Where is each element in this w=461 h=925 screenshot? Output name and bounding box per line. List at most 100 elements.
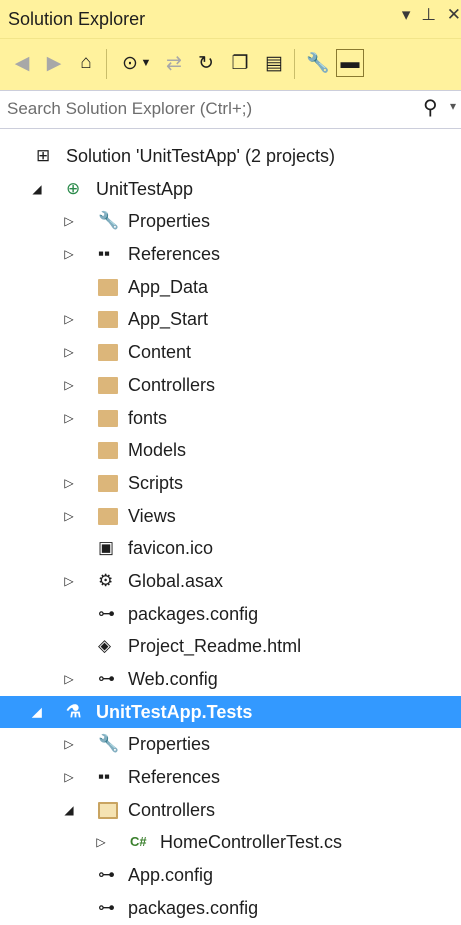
search-options-icon[interactable]: ▾ [450, 99, 456, 113]
tree-item[interactable]: ⊶ App.config [0, 859, 461, 892]
config-file-icon: ⊶ [98, 603, 115, 623]
asax-file-icon: ⚙ [98, 570, 114, 590]
folder-icon [98, 344, 118, 362]
html-file-icon: ◈ [98, 636, 112, 656]
tree-item-label: UnitTestApp [96, 178, 194, 199]
pin-icon[interactable]: ⊥ [421, 5, 436, 25]
wrench-icon: 🔧 [98, 734, 120, 754]
tree-item-label: Controllers [128, 374, 216, 395]
tree-item[interactable]: ▷ ⚙ Global.asax [0, 565, 461, 598]
tree-item[interactable]: ▷ ▪▪ References [0, 238, 461, 271]
tree-item-label: Controllers [128, 799, 216, 820]
tree-item[interactable]: ▷ Controllers [0, 369, 461, 402]
config-file-icon: ⊶ [98, 669, 115, 688]
collapse-arrow-icon[interactable]: ◢ [30, 696, 44, 729]
tree-item[interactable]: ▷ Content [0, 336, 461, 369]
tree-item-label: Scripts [128, 472, 184, 493]
tree-item-label: Content [128, 342, 192, 363]
tree-item-label: References [128, 767, 221, 788]
title-controls: ▾ ⊥ ✕ [396, 5, 461, 25]
tree-item[interactable]: ⊶ packages.config [0, 892, 461, 925]
collapse-arrow-icon[interactable]: ◢ [30, 173, 44, 206]
solution-icon: ⊞ [36, 146, 51, 165]
tree-item[interactable]: ◢ ⚗ UnitTestApp.Tests [0, 695, 461, 729]
folder-icon [98, 507, 118, 525]
tree-item[interactable]: Models [0, 434, 461, 467]
search-input[interactable] [3, 96, 431, 122]
tree-item[interactable]: ▷ Views [0, 500, 461, 533]
tree-item-label: packages.config [128, 603, 259, 624]
references-icon: ▪▪ [98, 767, 111, 787]
expand-arrow-icon[interactable]: ▷ [62, 402, 76, 435]
tree-item-label: packages.config [128, 897, 259, 918]
tree-item-label: App_Start [128, 309, 209, 330]
pending-changes-dropdown-icon[interactable]: ▼ [140, 49, 152, 77]
expand-arrow-icon[interactable]: ▷ [62, 565, 76, 598]
tree-item[interactable]: ⊞ Solution 'UnitTestApp' (2 projects) [0, 140, 461, 173]
tree-item-label: Properties [128, 734, 211, 755]
tree-item-label: UnitTestApp.Tests [96, 701, 253, 722]
open-folder-icon [98, 801, 118, 819]
tree-item[interactable]: App_Data [0, 271, 461, 304]
tree-item[interactable]: ▷ C# HomeControllerTest.cs [0, 826, 461, 859]
web-project-icon: ⊕ [66, 178, 81, 198]
forward-icon[interactable]: ▶ [40, 49, 68, 77]
tree-item-label: App_Data [128, 276, 209, 297]
expand-arrow-icon[interactable]: ▷ [62, 761, 76, 794]
home-icon[interactable]: ⌂ [72, 49, 100, 77]
collapse-arrow-icon[interactable]: ◢ [62, 794, 76, 827]
tree-item[interactable]: ◈ Project_Readme.html [0, 630, 461, 663]
tree-item-label: Project_Readme.html [128, 636, 302, 657]
tree-item-label: References [128, 244, 221, 265]
tree-item[interactable]: ◢ Controllers [0, 794, 461, 827]
expand-arrow-icon[interactable]: ▷ [62, 500, 76, 533]
tree-item-label: favicon.ico [128, 538, 214, 559]
refresh-icon[interactable]: ↻ [192, 49, 220, 77]
search-bar: ⚲ ▾ [0, 90, 461, 129]
tree-item[interactable]: ▷ ▪▪ References [0, 761, 461, 794]
expand-arrow-icon[interactable]: ▷ [62, 369, 76, 402]
tree-item[interactable]: ▷ 🔧 Properties [0, 205, 461, 238]
expand-arrow-icon[interactable]: ▷ [62, 303, 76, 336]
dropdown-icon[interactable]: ▾ [402, 5, 411, 25]
references-icon: ▪▪ [98, 244, 111, 264]
search-icon[interactable]: ⚲ [423, 95, 438, 120]
sync-icon[interactable]: ⇄ [160, 49, 188, 77]
tree-item[interactable]: ⊶ packages.config [0, 598, 461, 631]
tree-item[interactable]: ▷ 🔧 Properties [0, 728, 461, 761]
solution-tree: ⊞ Solution 'UnitTestApp' (2 projects) ◢ ⊕ Un… [0, 140, 461, 925]
tree-item-label: Solution 'UnitTestApp' (2 projects) [66, 146, 335, 166]
tree-item-label: Global.asax [128, 570, 224, 591]
back-icon[interactable]: ◀ [8, 49, 36, 77]
tree-item[interactable]: ▷ fonts [0, 402, 461, 435]
tree-item[interactable]: ▷ Scripts [0, 467, 461, 500]
tree-item-label: Models [128, 440, 187, 461]
expand-arrow-icon[interactable]: ▷ [62, 238, 76, 271]
close-icon[interactable]: ✕ [447, 5, 461, 25]
toolbar-separator [106, 49, 107, 79]
properties-icon[interactable]: 🔧 [304, 49, 332, 77]
tree-item-label: Web.config [128, 669, 218, 689]
collapse-all-icon[interactable]: ❐ [226, 49, 254, 77]
tree-item-label: App.config [128, 865, 214, 886]
test-project-icon: ⚗ [66, 701, 82, 721]
folder-icon [98, 474, 118, 492]
expand-arrow-icon[interactable]: ▷ [62, 205, 76, 238]
expand-arrow-icon[interactable]: ▷ [62, 663, 76, 696]
tree-item[interactable]: ▷ App_Start [0, 303, 461, 336]
folder-icon [98, 311, 118, 329]
folder-icon [98, 376, 118, 394]
tree-item[interactable]: ▣ favicon.ico [0, 532, 461, 565]
tree-item-label: HomeControllerTest.cs [160, 832, 343, 853]
toolbar-separator [294, 49, 295, 79]
tree-item[interactable]: ▷ ⊶ Web.config [0, 663, 461, 696]
tree-item-label: Views [128, 505, 176, 526]
expand-arrow-icon[interactable]: ▷ [62, 336, 76, 369]
tree-item[interactable]: ◢ ⊕ UnitTestApp [0, 173, 461, 206]
expand-arrow-icon[interactable]: ▷ [94, 826, 108, 859]
show-all-files-icon[interactable]: ▤ [260, 49, 288, 77]
preview-icon[interactable]: ▬ [336, 49, 364, 77]
expand-arrow-icon[interactable]: ▷ [62, 467, 76, 500]
expand-arrow-icon[interactable]: ▷ [62, 728, 76, 761]
folder-icon [98, 442, 118, 460]
